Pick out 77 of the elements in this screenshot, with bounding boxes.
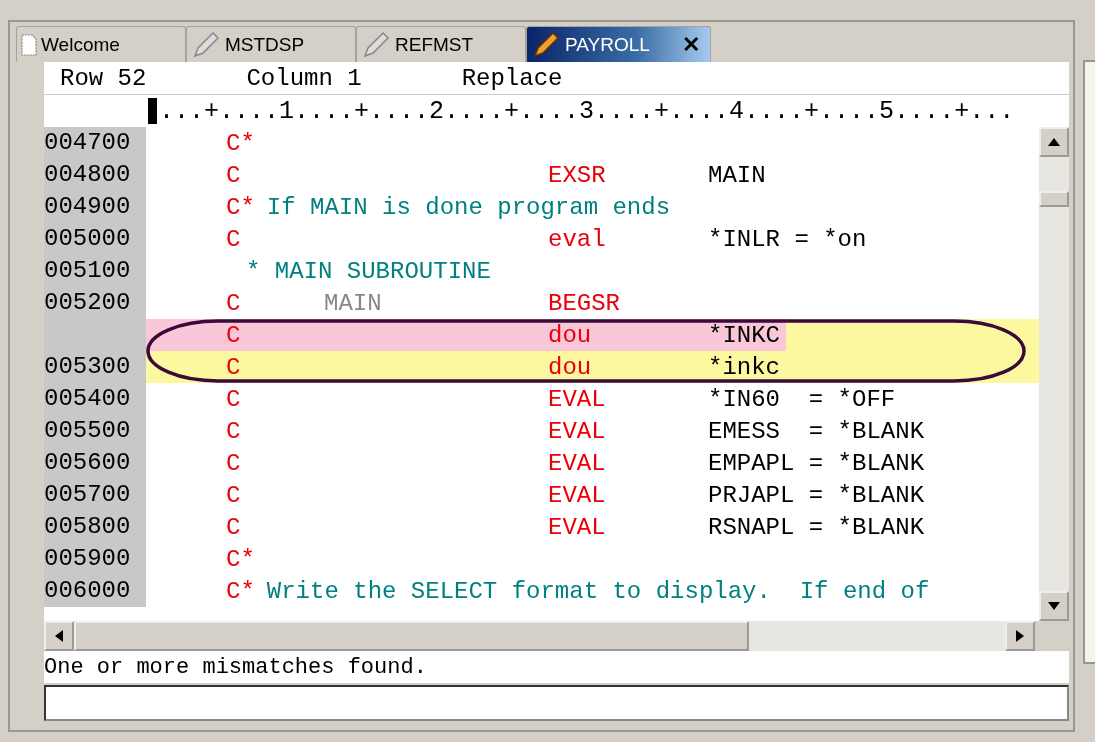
operand: *INLR = *on <box>708 225 867 253</box>
sequence-number: 006000 <box>44 575 146 607</box>
sequence-number: 005400 <box>44 383 146 415</box>
pencil-icon <box>361 29 391 60</box>
column-ruler: ...+....1....+....2....+....3....+....4....+....5....+... <box>159 96 1015 126</box>
operand: EMPAPL = *BLANK <box>708 449 925 477</box>
operand: MAIN <box>708 161 766 189</box>
sequence-number: 005700 <box>44 479 146 511</box>
operand: *inkc <box>708 353 780 381</box>
scroll-up-button[interactable] <box>1039 127 1069 157</box>
opcode: eval <box>548 225 607 253</box>
sequence-number: 005500 <box>44 415 146 447</box>
scroll-left-button[interactable] <box>44 621 74 651</box>
mode-indicator: Replace <box>461 64 563 92</box>
sequence-number: 004700 <box>44 127 146 159</box>
opcode: BEGSR <box>548 289 621 317</box>
sequence-number: 005200 <box>44 287 146 319</box>
scroll-down-button[interactable] <box>1039 591 1069 621</box>
editor-tab[interactable]: MSTDSP <box>186 26 356 62</box>
scrollbar-thumb[interactable] <box>1039 191 1069 207</box>
spec-type: C* <box>226 129 255 157</box>
spec-type: C <box>226 353 242 381</box>
comment-text: If MAIN is done program ends <box>266 193 671 221</box>
close-icon[interactable]: ✕ <box>682 31 700 58</box>
sequence-number: 005900 <box>44 543 146 575</box>
editor-tab[interactable]: Welcome <box>16 26 186 62</box>
comment-text: Write the SELECT format to display. If end of <box>266 577 930 605</box>
text-cursor <box>148 98 157 124</box>
spec-type: C <box>226 449 242 477</box>
spec-type: C <box>226 385 242 413</box>
spec-type: C <box>226 513 242 541</box>
right-arrow-icon <box>1016 630 1024 642</box>
opcode: EVAL <box>548 385 607 413</box>
spec-type: C <box>226 417 242 445</box>
left-arrow-icon <box>55 630 63 642</box>
scrollbar-thumb[interactable] <box>74 621 749 651</box>
operand: EMESS = *BLANK <box>708 417 925 445</box>
spec-type: C <box>226 321 242 349</box>
opcode: dou <box>548 353 593 381</box>
factor-one: MAIN <box>324 289 383 317</box>
pencil-icon <box>531 29 561 60</box>
up-arrow-icon <box>1048 138 1060 146</box>
sequence-number: 005800 <box>44 511 146 543</box>
opcode: EVAL <box>548 513 607 541</box>
opcode: EVAL <box>548 481 607 509</box>
down-arrow-icon <box>1048 602 1060 610</box>
opcode: EXSR <box>548 161 607 189</box>
row-indicator: Row 52 <box>60 64 147 92</box>
opcode: dou <box>548 321 593 349</box>
column-indicator: Column 1 <box>246 64 362 92</box>
message-text: One or more mismatches found. <box>44 654 427 680</box>
operand: PRJAPL = *BLANK <box>708 481 925 509</box>
operand: RSNAPL = *BLANK <box>708 513 925 541</box>
sequence-number: 005100 <box>44 255 146 287</box>
command-field[interactable] <box>44 685 1069 721</box>
comment-text: * MAIN SUBROUTINE <box>246 257 491 285</box>
sequence-number: 005000 <box>44 223 146 255</box>
opcode: EVAL <box>548 417 607 445</box>
sequence-number: 004900 <box>44 191 146 223</box>
spec-type: C* <box>226 577 255 605</box>
sequence-number: 004800 <box>44 159 146 191</box>
operand: *IN60 = *OFF <box>708 385 896 413</box>
document-icon <box>21 33 37 56</box>
spec-type: C <box>226 161 242 189</box>
pencil-icon <box>191 29 221 60</box>
scroll-right-button[interactable] <box>1005 621 1035 651</box>
spec-type: C* <box>226 545 255 573</box>
sequence-number: 005600 <box>44 447 146 479</box>
spec-type: C <box>226 289 242 317</box>
operand: *INKC <box>708 321 780 349</box>
spec-type: C <box>226 225 242 253</box>
spec-type: C* <box>226 193 255 221</box>
spec-type: C <box>226 481 242 509</box>
editor-tab[interactable]: PAYROLL ✕ <box>526 26 711 62</box>
editor-tab[interactable]: REFMST <box>356 26 526 62</box>
sequence-number: 005300 <box>44 351 146 383</box>
opcode: EVAL <box>548 449 607 477</box>
